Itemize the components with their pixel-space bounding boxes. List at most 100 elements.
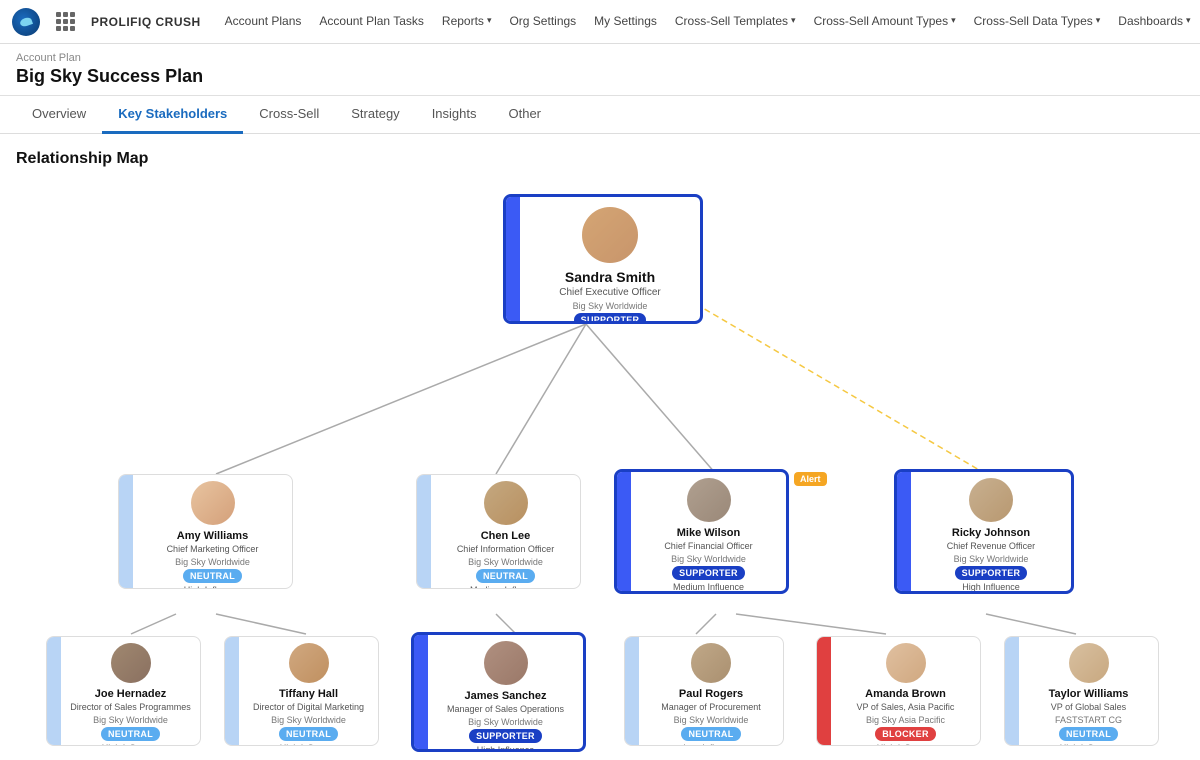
person-company: Big Sky Asia Pacific [866, 715, 945, 725]
influence: High Influence [102, 743, 160, 746]
grid-icon[interactable] [56, 12, 75, 31]
tab-overview[interactable]: Overview [16, 96, 102, 134]
card-sidebar [1005, 637, 1019, 745]
badge: NEUTRAL [476, 569, 535, 583]
nav-my-settings[interactable]: My Settings [586, 0, 665, 44]
influence: High Influence [877, 743, 935, 746]
card-sidebar [897, 472, 911, 591]
card-body: Ricky Johnson Chief Revenue Officer Big … [911, 472, 1071, 591]
nav-cross-sell-data-types[interactable]: Cross-Sell Data Types ▾ [966, 0, 1109, 44]
card-tiffany[interactable]: Tiffany Hall Director of Digital Marketi… [224, 636, 379, 746]
person-title: Chief Information Officer [457, 544, 554, 555]
avatar-ricky [969, 478, 1013, 522]
person-company: Big Sky Worldwide [468, 557, 543, 567]
person-name: Amanda Brown [865, 688, 946, 700]
person-name: Sandra Smith [565, 269, 655, 285]
person-title: Manager of Procurement [661, 702, 761, 713]
card-sidebar [119, 475, 133, 588]
avatar-amy [191, 481, 235, 525]
avatar-mike [687, 478, 731, 522]
page-header: Account Plan Big Sky Success Plan [0, 44, 1200, 96]
card-joe[interactable]: Joe Hernadez Director of Sales Programme… [46, 636, 201, 746]
badge: SUPPORTER [469, 729, 542, 743]
influence: Low Influence [683, 743, 739, 746]
person-name: James Sanchez [465, 690, 547, 702]
person-company: Big Sky Worldwide [175, 557, 250, 567]
card-body: Amanda Brown VP of Sales, Asia Pacific B… [831, 637, 980, 745]
person-title: Chief Financial Officer [664, 541, 752, 552]
avatar-taylor [1069, 643, 1109, 683]
card-body: Chen Lee Chief Information Officer Big S… [431, 475, 580, 588]
person-title: Chief Executive Officer [559, 287, 661, 299]
card-sidebar [617, 472, 631, 591]
breadcrumb: Account Plan [16, 52, 1184, 64]
person-company: FASTSTART CG [1055, 715, 1122, 725]
influence: High Influence [280, 743, 338, 746]
influence: High Influence [1060, 743, 1118, 746]
avatar-chen [484, 481, 528, 525]
person-name: Joe Hernadez [95, 688, 167, 700]
card-taylor[interactable]: Taylor Williams VP of Global Sales FASTS… [1004, 636, 1159, 746]
card-sidebar [417, 475, 431, 588]
influence: High Influence [184, 585, 242, 589]
tab-strategy[interactable]: Strategy [335, 96, 415, 134]
person-title: Chief Marketing Officer [167, 544, 259, 555]
card-sidebar [817, 637, 831, 745]
person-company: Big Sky Worldwide [674, 715, 749, 725]
app-logo [12, 8, 40, 36]
badge: NEUTRAL [183, 569, 242, 583]
nav-cross-sell-amount-types[interactable]: Cross-Sell Amount Types ▾ [806, 0, 964, 44]
card-chen[interactable]: Chen Lee Chief Information Officer Big S… [416, 474, 581, 589]
tab-key-stakeholders[interactable]: Key Stakeholders [102, 96, 243, 134]
avatar-james [484, 641, 528, 685]
person-title: Director of Sales Programmes [70, 702, 191, 713]
badge: BLOCKER [875, 727, 936, 741]
card-amanda[interactable]: Amanda Brown VP of Sales, Asia Pacific B… [816, 636, 981, 746]
card-body: James Sanchez Manager of Sales Operation… [428, 635, 583, 749]
influence: Medium Influence [673, 582, 744, 592]
top-nav: PROLIFIQ CRUSH Account Plans Account Pla… [0, 0, 1200, 44]
card-amy[interactable]: Amy Williams Chief Marketing Officer Big… [118, 474, 293, 589]
relationship-map: Alert Blocker Sandra Smith Chief Executi… [16, 184, 1156, 744]
badge: SUPPORTER [672, 566, 745, 580]
avatar-tiffany [289, 643, 329, 683]
card-sidebar [506, 197, 520, 321]
card-mike[interactable]: Mike Wilson Chief Financial Officer Big … [614, 469, 789, 594]
card-body: Mike Wilson Chief Financial Officer Big … [631, 472, 786, 591]
nav-reports[interactable]: Reports ▾ [434, 0, 500, 44]
tab-cross-sell[interactable]: Cross-Sell [243, 96, 335, 134]
main-content: Relationship Map [0, 134, 1200, 760]
person-company: Big Sky Worldwide [468, 717, 543, 727]
card-sandra[interactable]: Sandra Smith Chief Executive Officer Big… [503, 194, 703, 324]
tabs: Overview Key Stakeholders Cross-Sell Str… [0, 96, 1200, 134]
avatar-amanda [886, 643, 926, 683]
card-body: Paul Rogers Manager of Procurement Big S… [639, 637, 783, 745]
nav-account-plan-tasks[interactable]: Account Plan Tasks [311, 0, 432, 44]
section-title: Relationship Map [16, 150, 1184, 168]
tab-other[interactable]: Other [493, 96, 558, 134]
person-company: Big Sky Worldwide [954, 554, 1029, 564]
nav-cross-sell-templates[interactable]: Cross-Sell Templates ▾ [667, 0, 804, 44]
influence: Medium Influence [470, 585, 541, 589]
nav-account-plans[interactable]: Account Plans [217, 0, 310, 44]
person-name: Paul Rogers [679, 688, 743, 700]
nav-dashboards[interactable]: Dashboards ▾ [1110, 0, 1198, 44]
card-ricky[interactable]: Ricky Johnson Chief Revenue Officer Big … [894, 469, 1074, 594]
person-title: VP of Global Sales [1051, 702, 1126, 713]
badge: NEUTRAL [681, 727, 740, 741]
nav-org-settings[interactable]: Org Settings [501, 0, 584, 44]
person-name: Mike Wilson [677, 527, 740, 539]
person-company: Big Sky Worldwide [671, 554, 746, 564]
person-company: Big Sky Worldwide [573, 301, 648, 311]
card-james[interactable]: James Sanchez Manager of Sales Operation… [411, 632, 586, 752]
badge: NEUTRAL [101, 727, 160, 741]
person-name: Chen Lee [481, 530, 531, 542]
person-name: Taylor Williams [1049, 688, 1129, 700]
card-body: Amy Williams Chief Marketing Officer Big… [133, 475, 292, 588]
card-paul[interactable]: Paul Rogers Manager of Procurement Big S… [624, 636, 784, 746]
tab-insights[interactable]: Insights [416, 96, 493, 134]
card-body: Tiffany Hall Director of Digital Marketi… [239, 637, 378, 745]
badge: NEUTRAL [279, 727, 338, 741]
card-body: Sandra Smith Chief Executive Officer Big… [520, 197, 700, 321]
avatar-joe [111, 643, 151, 683]
